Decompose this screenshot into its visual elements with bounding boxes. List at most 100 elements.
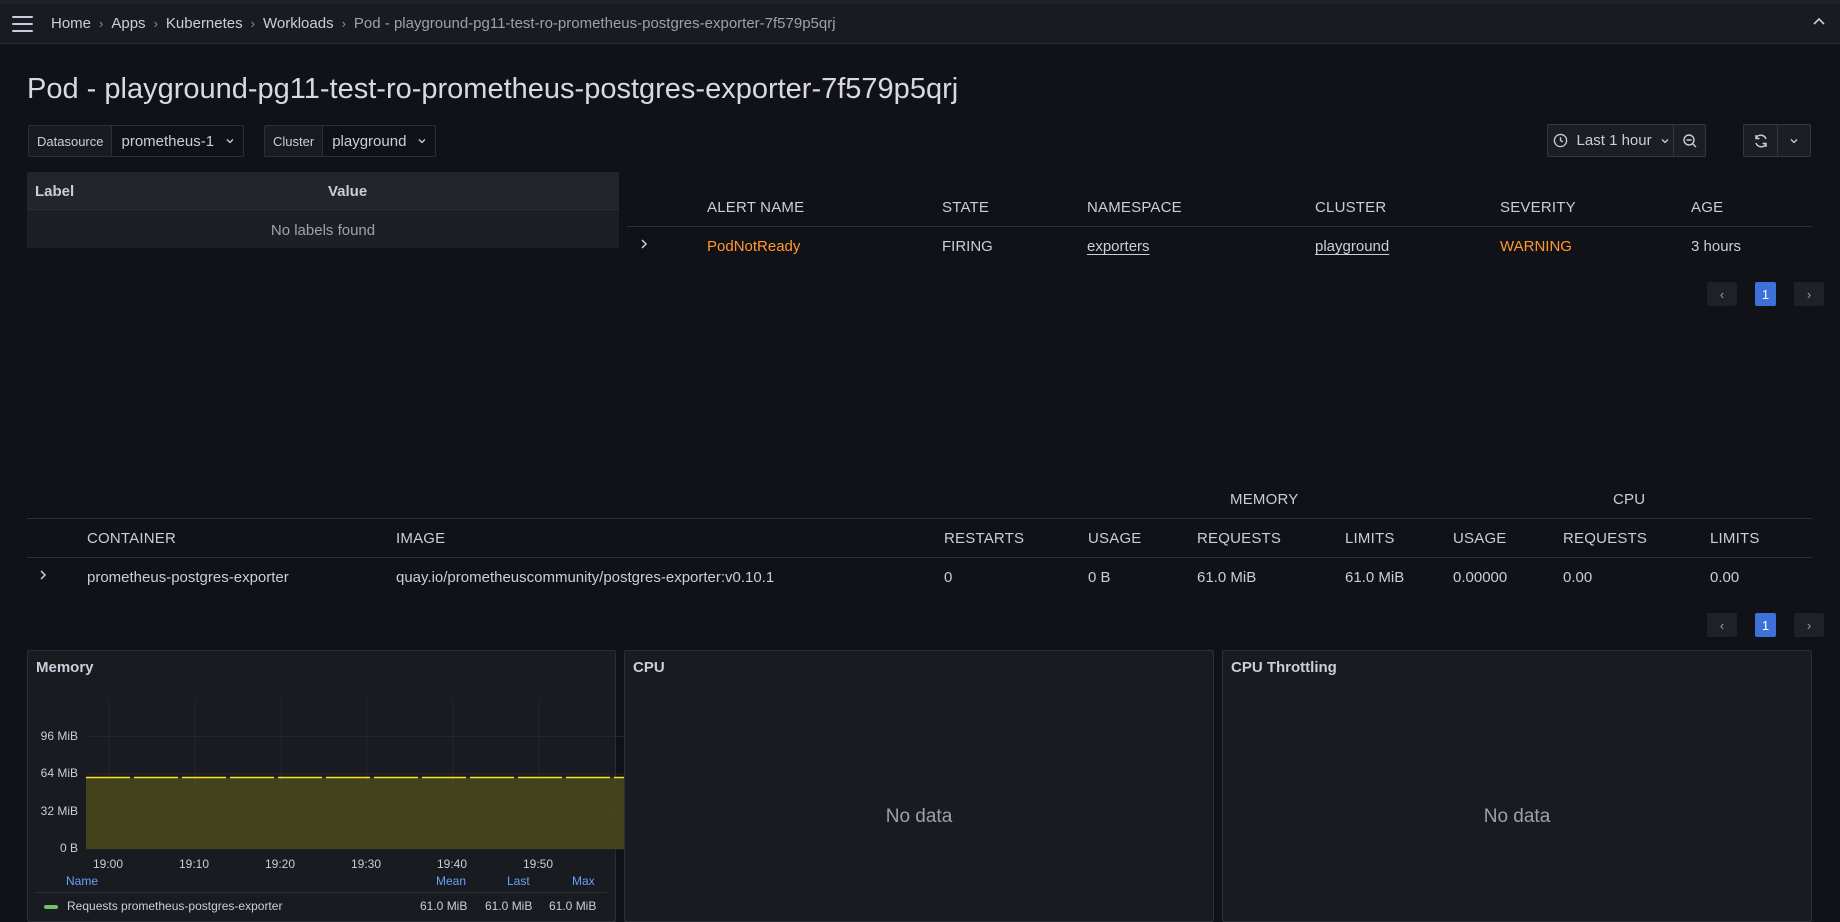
breadcrumb: Home › Apps › Kubernetes › Workloads › P…: [51, 15, 836, 32]
x-tick-label: 19:00: [93, 857, 124, 871]
column-header-container[interactable]: CONTAINER: [87, 530, 176, 547]
column-header-memory-usage[interactable]: USAGE: [1088, 530, 1142, 547]
alert-severity: WARNING: [1500, 238, 1572, 255]
panel-title: CPU: [633, 659, 665, 676]
refresh-interval-button[interactable]: [1778, 125, 1810, 156]
cluster-select[interactable]: playground: [323, 126, 435, 156]
refresh-group: [1743, 124, 1811, 157]
containers-table: MEMORY CPU CONTAINER IMAGE RESTARTS USAG…: [27, 480, 1812, 590]
datasource-label: Datasource: [29, 126, 113, 156]
memory-requests: 61.0 MiB: [1197, 569, 1257, 586]
breadcrumb-home[interactable]: Home: [51, 15, 91, 32]
x-tick-label: 19:30: [351, 857, 382, 871]
column-header-restarts[interactable]: RESTARTS: [944, 530, 1024, 547]
time-range-label: Last 1 hour: [1576, 132, 1652, 149]
container-image: quay.io/prometheuscommunity/postgres-exp…: [396, 569, 775, 586]
data-point: [452, 776, 454, 779]
datasource-variable[interactable]: Datasource prometheus-1: [28, 125, 245, 157]
x-tick-label: 19:10: [179, 857, 210, 871]
y-tick-label: 64 MiB: [40, 766, 78, 780]
page-number-button[interactable]: 1: [1755, 613, 1776, 637]
legend-header-max[interactable]: Max: [572, 874, 595, 888]
chevron-right-icon[interactable]: [38, 569, 48, 581]
breadcrumb-apps[interactable]: Apps: [111, 15, 145, 32]
legend-header-mean[interactable]: Mean: [436, 874, 466, 888]
column-header-value[interactable]: Value: [328, 183, 367, 200]
chevron-up-icon[interactable]: [1812, 15, 1826, 29]
datasource-select[interactable]: prometheus-1: [112, 126, 243, 156]
panel-title: Memory: [36, 659, 94, 676]
alerts-table: ALERT NAME STATE NAMESPACE CLUSTER SEVER…: [627, 172, 1812, 292]
column-header-cpu-requests[interactable]: REQUESTS: [1563, 530, 1647, 547]
zoom-out-button[interactable]: [1674, 125, 1705, 156]
column-header-age[interactable]: AGE: [1691, 199, 1723, 216]
namespace-link[interactable]: exporters: [1087, 238, 1150, 255]
divider: [27, 518, 1812, 519]
containers-pagination: ‹ 1 ›: [1707, 613, 1824, 637]
column-header-label[interactable]: Label: [35, 183, 74, 200]
menu-icon[interactable]: [12, 16, 33, 32]
chevron-right-icon: ›: [99, 16, 104, 31]
memory-panel[interactable]: Memory 0 B 32 MiB 64 MiB 96 MiB 19:00 19:10 1…: [27, 650, 628, 922]
column-header-cluster[interactable]: CLUSTER: [1315, 199, 1386, 216]
column-header-memory-requests[interactable]: REQUESTS: [1197, 530, 1281, 547]
column-header-cpu-limits[interactable]: LIMITS: [1710, 530, 1760, 547]
column-header-severity[interactable]: SEVERITY: [1500, 199, 1576, 216]
column-header-memory-limits[interactable]: LIMITS: [1345, 530, 1395, 547]
chevron-down-icon: [1790, 138, 1798, 143]
data-point: [280, 776, 282, 779]
previous-page-button[interactable]: ‹: [1707, 282, 1737, 306]
page-title: Pod - playground-pg11-test-ro-prometheus…: [27, 73, 959, 105]
data-point: [194, 776, 196, 779]
cpu-panel[interactable]: CPU No data: [624, 650, 1214, 922]
datasource-value: prometheus-1: [121, 132, 215, 150]
group-header-cpu: CPU: [1613, 491, 1646, 508]
cluster-label: Cluster: [265, 126, 324, 156]
chevron-down-icon: [1661, 138, 1669, 143]
legend-last: 61.0 MiB: [485, 899, 533, 913]
cpu-requests: 0.00: [1563, 569, 1593, 586]
breadcrumb-kubernetes[interactable]: Kubernetes: [166, 15, 243, 32]
top-navbar: Home › Apps › Kubernetes › Workloads › P…: [0, 4, 1840, 44]
table-row[interactable]: prometheus-postgres-exporter quay.io/pro…: [27, 558, 1812, 598]
column-header-cpu-usage[interactable]: USAGE: [1453, 530, 1507, 547]
cluster-link[interactable]: playground: [1315, 238, 1389, 255]
x-tick-label: 19:50: [523, 857, 554, 871]
alert-name: PodNotReady: [707, 238, 801, 255]
no-data-message: No data: [885, 806, 953, 827]
chevron-right-icon: ›: [153, 16, 158, 31]
column-header-image[interactable]: IMAGE: [396, 530, 445, 547]
memory-limits: 61.0 MiB: [1345, 569, 1405, 586]
chevron-right-icon: ›: [341, 16, 346, 31]
memory-usage: 0 B: [1088, 569, 1111, 586]
container-name: prometheus-postgres-exporter: [87, 569, 289, 586]
alert-age: 3 hours: [1691, 238, 1742, 255]
previous-page-button[interactable]: ‹: [1707, 613, 1737, 637]
legend-header-name[interactable]: Name: [66, 874, 98, 888]
cpu-throttling-panel[interactable]: CPU Throttling No data: [1222, 650, 1812, 922]
next-page-button[interactable]: ›: [1794, 282, 1824, 306]
y-tick-label: 32 MiB: [40, 803, 78, 818]
legend-header-last[interactable]: Last: [507, 874, 530, 888]
breadcrumb-current: Pod - playground-pg11-test-ro-prometheus…: [353, 15, 836, 32]
container-restarts: 0: [944, 569, 953, 586]
table-row[interactable]: PodNotReady FIRING exporters playground …: [627, 227, 1812, 267]
labels-table: Label Value No labels found: [27, 172, 619, 248]
labels-empty-message: No labels found: [270, 222, 376, 239]
cluster-variable[interactable]: Cluster playground: [264, 125, 437, 157]
legend-mean: 61.0 MiB: [420, 899, 468, 913]
column-header-namespace[interactable]: NAMESPACE: [1087, 199, 1182, 216]
next-page-button[interactable]: ›: [1794, 613, 1824, 637]
chevron-right-icon[interactable]: [639, 238, 649, 250]
column-header-alert-name[interactable]: ALERT NAME: [707, 199, 804, 216]
x-tick-label: 19:40: [437, 857, 468, 871]
column-header-state[interactable]: STATE: [942, 199, 989, 216]
x-tick-label: 19:20: [265, 857, 296, 871]
page-number-button[interactable]: 1: [1755, 282, 1776, 306]
breadcrumb-workloads[interactable]: Workloads: [263, 15, 334, 32]
time-range-button[interactable]: Last 1 hour: [1548, 125, 1675, 156]
refresh-button[interactable]: [1744, 125, 1778, 156]
legend-row[interactable]: Requests prometheus-postgres-exporter 61…: [36, 896, 607, 918]
data-point: [366, 776, 368, 779]
alerts-pagination: ‹ 1 ›: [1707, 282, 1824, 306]
